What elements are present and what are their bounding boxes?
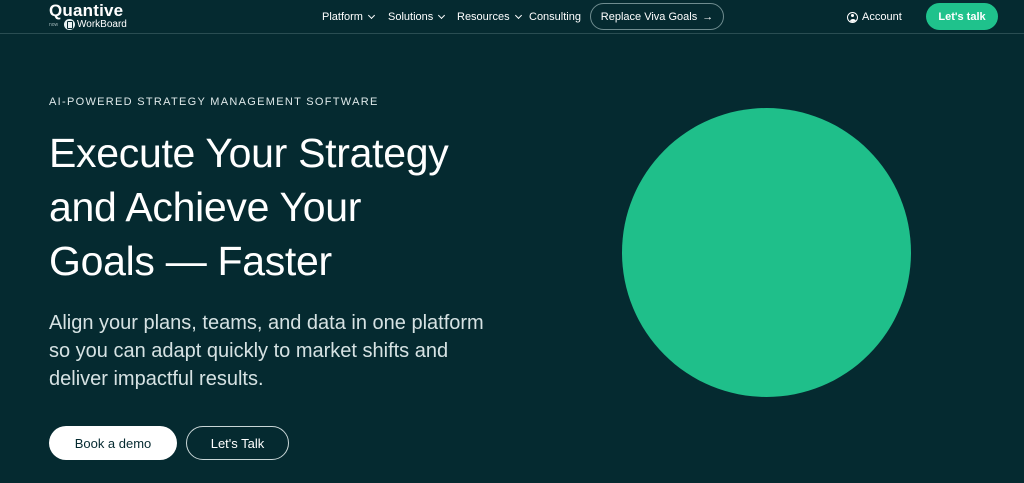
book-demo-button[interactable]: Book a demo <box>49 426 177 460</box>
lets-talk-button[interactable]: Let's Talk <box>186 426 289 460</box>
nav-consulting-label: Consulting <box>529 11 581 23</box>
nav-consulting[interactable]: Consulting <box>529 10 581 24</box>
lets-talk-nav-button[interactable]: Let's talk <box>926 3 998 30</box>
hero-subtext: Align your plans, teams, and data in one… <box>49 309 529 393</box>
logo-now-text: now <box>49 22 59 28</box>
nav-resources-label: Resources <box>457 11 510 23</box>
lets-talk-nav-label: Let's talk <box>938 10 986 23</box>
account-label: Account <box>862 11 902 23</box>
top-navbar: Quantive now WorkBoard Platform Solution… <box>0 0 1024 34</box>
logo-partner-text: WorkBoard <box>77 19 127 30</box>
subtext-line: Align your plans, teams, and data in one… <box>49 312 484 334</box>
replace-viva-goals-label: Replace Viva Goals <box>600 10 698 23</box>
account-link[interactable]: Account <box>847 10 902 24</box>
arrow-right-icon: → <box>702 10 714 23</box>
headline-line: Execute Your Strategy <box>49 130 449 176</box>
chevron-down-icon <box>514 11 522 20</box>
hero-decorative-circle <box>622 108 911 397</box>
logo-name: Quantive <box>49 1 124 20</box>
headline-line: Goals — Faster <box>49 238 332 284</box>
hero-headline: Execute Your Strategy and Achieve Your G… <box>49 126 549 288</box>
headline-line: and Achieve Your <box>49 184 362 230</box>
nav-platform-label: Platform <box>322 11 363 23</box>
subtext-line: so you can adapt quickly to market shift… <box>49 340 449 362</box>
nav-resources[interactable]: Resources <box>457 10 522 24</box>
book-demo-label: Book a demo <box>74 435 152 451</box>
replace-viva-goals-button[interactable]: Replace Viva Goals → <box>590 3 724 30</box>
subtext-line: deliver impactful results. <box>49 368 264 390</box>
quantive-logo[interactable]: Quantive now WorkBoard <box>49 1 139 33</box>
chevron-down-icon <box>438 11 446 20</box>
workboard-logo-icon <box>64 19 75 30</box>
nav-solutions-label: Solutions <box>388 11 434 23</box>
chevron-down-icon <box>367 11 376 20</box>
nav-platform[interactable]: Platform <box>322 10 376 24</box>
lets-talk-label: Let's Talk <box>210 435 265 451</box>
user-icon <box>847 11 858 23</box>
nav-solutions[interactable]: Solutions <box>388 10 446 24</box>
hero-eyebrow: AI-POWERED STRATEGY MANAGEMENT SOFTWARE <box>49 96 379 108</box>
